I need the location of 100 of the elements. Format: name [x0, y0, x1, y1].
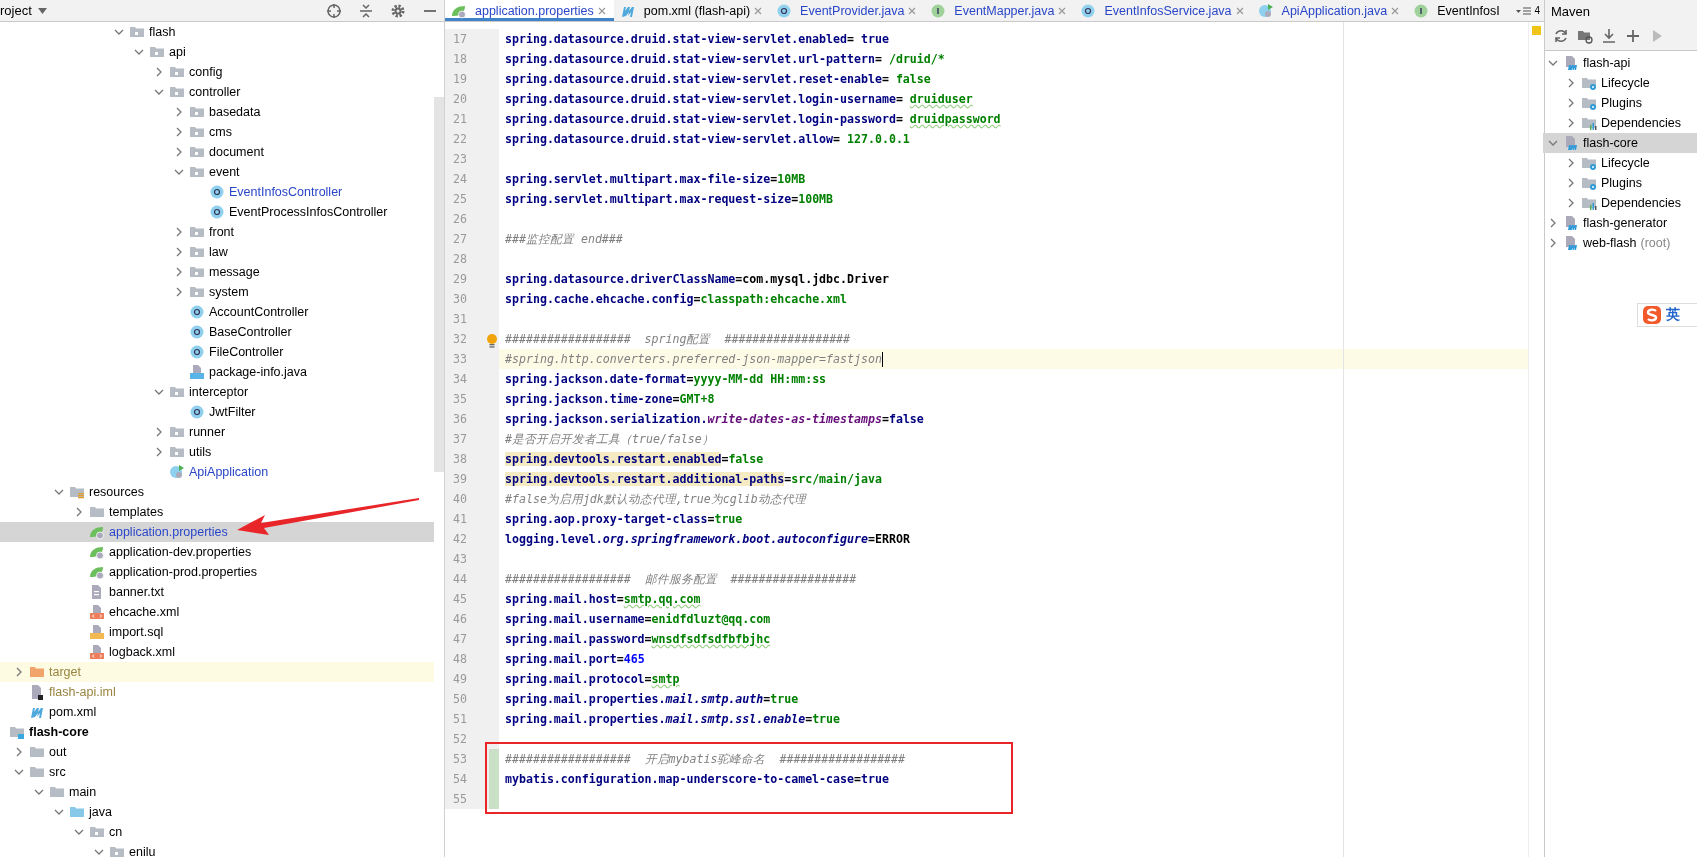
editor-tab[interactable]: application.properties: [445, 0, 614, 21]
tree-item[interactable]: ApiApplication: [0, 462, 434, 482]
tree-item[interactable]: config: [0, 62, 434, 82]
panel-title[interactable]: roject: [0, 3, 32, 18]
close-icon[interactable]: [597, 6, 606, 15]
tree-item[interactable]: application-prod.properties: [0, 562, 434, 582]
tree-item[interactable]: BaseController: [0, 322, 434, 342]
tree-item[interactable]: flash-generator: [1543, 213, 1697, 233]
chevron-icon[interactable]: [1548, 138, 1558, 148]
tree-item[interactable]: web-flash (root): [1543, 233, 1697, 253]
chevron-icon[interactable]: [1566, 78, 1576, 88]
tree-item[interactable]: front: [0, 222, 434, 242]
tree-item[interactable]: main: [0, 782, 434, 802]
tree-item[interactable]: resources: [0, 482, 434, 502]
chevron-icon[interactable]: [174, 227, 184, 237]
settings-icon[interactable]: [390, 2, 406, 19]
tree-item[interactable]: system: [0, 282, 434, 302]
chevron-icon[interactable]: [174, 267, 184, 277]
tree-item[interactable]: controller: [0, 82, 434, 102]
chevron-icon[interactable]: [174, 107, 184, 117]
tree-item[interactable]: Plugins: [1543, 93, 1697, 113]
tree-item[interactable]: runner: [0, 422, 434, 442]
tree-item[interactable]: flash-api: [1543, 53, 1697, 73]
tree-item[interactable]: flash: [0, 22, 434, 42]
chevron-icon[interactable]: [1566, 98, 1576, 108]
tree-item[interactable]: out: [0, 742, 434, 762]
editor-tab[interactable]: EventInfosI: [1407, 0, 1508, 21]
chevron-icon[interactable]: [1566, 178, 1576, 188]
tab-overflow-button[interactable]: 4: [1512, 0, 1544, 21]
scrollbar[interactable]: [434, 97, 444, 472]
chevron-icon[interactable]: [154, 387, 164, 397]
chevron-icon[interactable]: [114, 27, 124, 37]
tree-item[interactable]: message: [0, 262, 434, 282]
tree-item[interactable]: target: [0, 662, 434, 682]
tree-item[interactable]: EventProcessInfosController: [0, 202, 434, 222]
close-icon[interactable]: [908, 6, 917, 15]
tree-item[interactable]: Dependencies: [1543, 113, 1697, 133]
tree-item[interactable]: cn: [0, 822, 434, 842]
tree-item[interactable]: utils: [0, 442, 434, 462]
tree-item[interactable]: JwtFilter: [0, 402, 434, 422]
editor-tab[interactable]: EventProvider.java: [770, 0, 925, 21]
chevron-icon[interactable]: [174, 147, 184, 157]
tree-item[interactable]: Lifecycle: [1543, 73, 1697, 93]
tree-item[interactable]: basedata: [0, 102, 434, 122]
tree-item[interactable]: templates: [0, 502, 434, 522]
tree-item[interactable]: law: [0, 242, 434, 262]
tree-item[interactable]: java: [0, 802, 434, 822]
chevron-icon[interactable]: [154, 447, 164, 457]
tree-item[interactable]: application-dev.properties: [0, 542, 434, 562]
tree-item[interactable]: api: [0, 42, 434, 62]
tree-item[interactable]: import.sql: [0, 622, 434, 642]
chevron-icon[interactable]: [134, 47, 144, 57]
editor-tab[interactable]: EventInfosService.java: [1074, 0, 1252, 21]
editor-tab[interactable]: EventMapper.java: [924, 0, 1075, 21]
chevron-icon[interactable]: [14, 747, 24, 757]
tree-item[interactable]: cms: [0, 122, 434, 142]
tree-item[interactable]: src: [0, 762, 434, 782]
editor-tab[interactable]: ApiApplication.java: [1251, 0, 1408, 21]
tree-item[interactable]: flash-core: [0, 722, 434, 742]
chevron-icon[interactable]: [174, 127, 184, 137]
chevron-icon[interactable]: [74, 507, 84, 517]
chevron-icon[interactable]: [174, 247, 184, 257]
tree-item[interactable]: pom.xml: [0, 702, 434, 722]
chevron-icon[interactable]: [74, 827, 84, 837]
chevron-icon[interactable]: [154, 87, 164, 97]
tree-item[interactable]: FileController: [0, 342, 434, 362]
add-icon[interactable]: [1625, 28, 1641, 44]
tree-item[interactable]: application.properties: [0, 522, 434, 542]
tree-item[interactable]: flash-core: [1543, 133, 1697, 153]
tree-item[interactable]: Lifecycle: [1543, 153, 1697, 173]
tree-item[interactable]: ehcache.xml: [0, 602, 434, 622]
chevron-icon[interactable]: [1566, 158, 1576, 168]
tree-item[interactable]: enilu: [0, 842, 434, 857]
close-icon[interactable]: [1391, 6, 1400, 15]
input-method-badge[interactable]: 英: [1637, 303, 1697, 327]
tree-item[interactable]: Dependencies: [1543, 193, 1697, 213]
chevron-icon[interactable]: [1566, 198, 1576, 208]
tree-item[interactable]: flash-api.iml: [0, 682, 434, 702]
close-icon[interactable]: [1058, 6, 1067, 15]
tree-item[interactable]: Plugins: [1543, 173, 1697, 193]
chevron-icon[interactable]: [174, 167, 184, 177]
tree-item[interactable]: logback.xml: [0, 642, 434, 662]
chevron-icon[interactable]: [1548, 58, 1558, 68]
chevron-icon[interactable]: [94, 847, 104, 857]
tree-item[interactable]: interceptor: [0, 382, 434, 402]
chevron-icon[interactable]: [1566, 118, 1576, 128]
chevron-icon[interactable]: [154, 67, 164, 77]
chevron-icon[interactable]: [54, 487, 64, 497]
chevron-icon[interactable]: [1548, 238, 1558, 248]
chevron-icon[interactable]: [14, 767, 24, 777]
chevron-icon[interactable]: [174, 287, 184, 297]
tree-item[interactable]: banner.txt: [0, 582, 434, 602]
editor-tab[interactable]: pom.xml (flash-api): [613, 0, 771, 21]
chevron-icon[interactable]: [1548, 218, 1558, 228]
folder-refresh-icon[interactable]: [1577, 28, 1593, 44]
tree-item[interactable]: AccountController: [0, 302, 434, 322]
chevron-icon[interactable]: [34, 787, 44, 797]
close-icon[interactable]: [1235, 6, 1244, 15]
refresh-icon[interactable]: [1553, 28, 1569, 44]
dropdown-icon[interactable]: [37, 7, 47, 14]
